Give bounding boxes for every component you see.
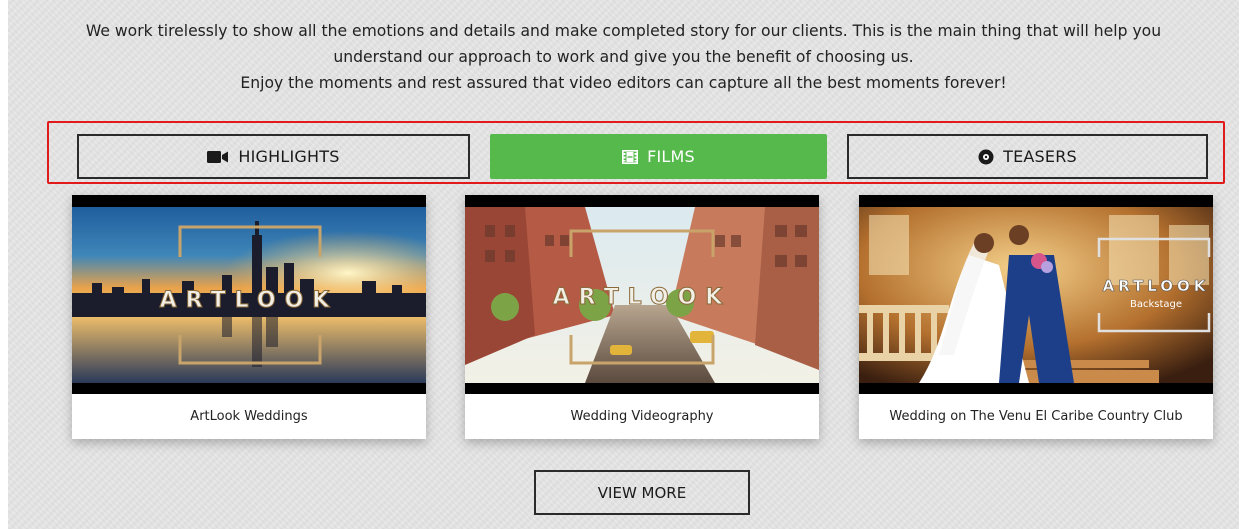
video-card[interactable]: ARTLOOK Backstage Wedding on The Venu El… [859, 195, 1213, 439]
right-page-edge [1239, 0, 1247, 529]
backstage-overlay-text: Backstage [1130, 299, 1182, 310]
film-icon [622, 149, 639, 164]
left-page-edge [0, 0, 8, 529]
video-thumbnail[interactable]: ARTLOOK [72, 195, 426, 394]
artlook-overlay-text: ARTLOOK [1103, 277, 1210, 295]
tab-teasers-label: TEASERS [1003, 147, 1077, 166]
video-card-title: Wedding on The Venu El Caribe Country Cl… [889, 409, 1183, 424]
video-camera-icon [207, 150, 229, 164]
tab-teasers[interactable]: TEASERS [847, 134, 1208, 179]
view-more-button[interactable]: VIEW MORE [534, 470, 750, 515]
tab-films[interactable]: FILMS [490, 134, 827, 179]
video-card[interactable]: ARTLOOK ArtLook Weddings [72, 195, 426, 439]
tab-films-label: FILMS [647, 147, 695, 166]
video-card[interactable]: ARTLOOK Wedding Videography [465, 195, 819, 439]
intro-line-1: We work tirelessly to show all the emoti… [85, 22, 1162, 40]
video-thumbnail[interactable]: ARTLOOK Backstage [859, 195, 1213, 394]
intro-text: We work tirelessly to show all the emoti… [60, 18, 1187, 96]
tab-highlights[interactable]: HIGHLIGHTS [77, 134, 470, 179]
video-card-title: ArtLook Weddings [190, 409, 308, 424]
tab-highlights-label: HIGHLIGHTS [238, 147, 340, 166]
artlook-overlay-text: ARTLOOK [553, 285, 732, 310]
video-card-title: Wedding Videography [570, 409, 714, 424]
record-icon [978, 149, 994, 165]
artlook-overlay-text: ARTLOOK [160, 288, 339, 313]
intro-line-3: Enjoy the moments and rest assured that … [240, 74, 1007, 92]
intro-line-2: understand our approach to work and give… [333, 48, 914, 66]
video-thumbnail[interactable]: ARTLOOK [465, 195, 819, 394]
